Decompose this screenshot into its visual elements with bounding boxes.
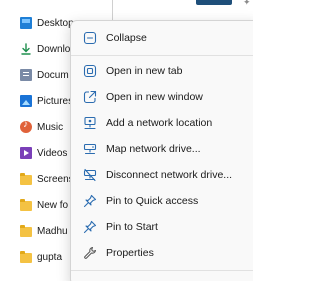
nav-item-label: New fo [37,199,69,211]
menu-item-open-new-window[interactable]: Open in new window [75,85,253,109]
toolbar-button[interactable] [196,0,232,5]
network-location-icon [83,116,97,130]
folder-icon [20,225,32,237]
menu-item-label: Map network drive... [106,143,201,155]
nav-item-label: Music [37,121,64,133]
menu-item-properties[interactable]: Properties [75,241,253,265]
menu-item-pin-quick-access[interactable]: Pin to Quick access [75,189,253,213]
menu-item-open-new-tab[interactable]: Open in new tab [75,59,253,83]
menu-item-label: Pin to Start [106,221,158,233]
desktop-folder-icon [20,17,32,29]
nav-item-label: gupta [37,251,63,263]
nav-item-label: Pictures [37,95,74,107]
context-menu: Collapse Open in new tab Open in new win… [70,20,253,281]
menu-item-disconnect-network-drive[interactable]: Disconnect network drive... [75,163,253,187]
nav-item-label: Videos [37,147,68,159]
disconnect-network-drive-icon [83,168,97,182]
new-tab-icon [83,64,97,78]
nav-item-label: Screens [37,173,74,185]
nav-item-madhu[interactable]: Madhu [20,220,68,242]
downloads-arrow-icon [20,43,32,55]
menu-item-label: Properties [106,247,154,259]
menu-item-label: Open in new window [106,91,203,103]
folder-icon [20,251,32,263]
pin-icon: ✦ [243,0,251,7]
menu-separator [71,270,253,271]
menu-item-add-network-location[interactable]: Add a network location [75,111,253,135]
nav-item-label: Madhu [37,225,68,237]
folder-icon [20,199,32,211]
nav-item-new-folder[interactable]: New fo [20,194,68,216]
wrench-icon [83,246,97,260]
menu-separator [71,55,253,56]
menu-item-label: Disconnect network drive... [106,169,233,181]
pin-icon [83,194,97,208]
nav-item-desktop[interactable]: Desktop [20,12,74,34]
menu-item-label: Collapse [106,32,147,44]
pin-icon [83,220,97,234]
menu-item-map-network-drive[interactable]: Map network drive... [75,137,253,161]
pictures-folder-icon [20,95,32,107]
file-explorer-window: Desktop Downlo Docum Pictures Music Vide… [0,0,253,281]
nav-item-gupta[interactable]: gupta [20,246,62,268]
nav-item-screenshots[interactable]: Screens [20,168,74,190]
menu-item-label: Add a network location [106,117,213,129]
nav-item-label: Docum [37,69,69,81]
menu-item-label: Open in new tab [106,65,183,77]
nav-item-label: Desktop [37,17,74,29]
nav-item-label: Downlo [37,43,71,55]
collapse-icon [83,31,97,45]
folder-icon [20,173,32,185]
documents-folder-icon [20,69,32,81]
music-folder-icon [20,119,32,133]
nav-item-downloads[interactable]: Downlo [20,38,70,60]
nav-item-documents[interactable]: Docum [20,64,69,86]
menu-item-label: Pin to Quick access [106,195,199,207]
nav-item-music[interactable]: Music [20,116,63,138]
nav-item-pictures[interactable]: Pictures [20,90,73,112]
videos-folder-icon [20,147,32,159]
map-network-drive-icon [83,142,97,156]
menu-item-collapse[interactable]: Collapse [75,26,253,50]
new-window-icon [83,90,97,104]
menu-item-pin-to-start[interactable]: Pin to Start [75,215,253,239]
nav-item-videos[interactable]: Videos [20,142,67,164]
